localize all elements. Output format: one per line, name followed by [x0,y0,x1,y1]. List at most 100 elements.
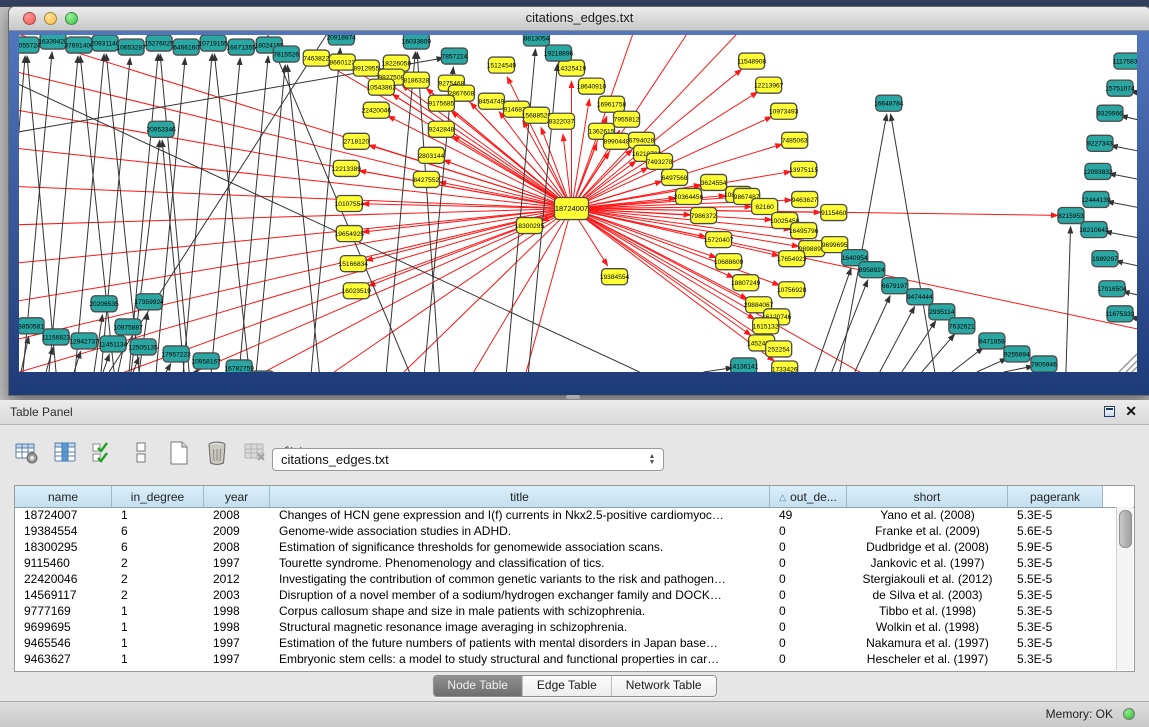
network-node[interactable]: 10653287 [116,39,146,55]
float-panel-icon[interactable] [1104,406,1115,417]
table-cell[interactable]: 9115460 [15,555,112,571]
table-cell[interactable]: 9465546 [15,635,112,651]
network-node[interactable]: 16210643 [1079,222,1109,238]
network-node[interactable]: 10756928 [777,282,807,298]
table-cell[interactable]: Dudbridge et al. (2008) [847,539,1008,555]
network-node[interactable]: 16671355 [227,39,257,55]
network-node[interactable]: 19218896 [544,45,574,61]
network-node[interactable]: 7815526 [273,46,299,62]
network-node[interactable]: 6679197 [882,278,908,294]
network-node[interactable]: 16023519 [342,283,372,299]
table-cell[interactable]: 5.3E-5 [1008,587,1103,603]
table-cell[interactable]: 5.3E-5 [1008,619,1103,635]
table-cell[interactable]: 5.3E-5 [1008,507,1103,523]
network-node[interactable]: 7905946 [1031,356,1057,372]
network-node[interactable]: 17654923 [777,251,807,267]
new-table-icon[interactable] [166,440,192,466]
tab-node-table[interactable]: Node Table [433,676,523,696]
table-cell[interactable]: Estimation of the future numbers of pati… [270,635,770,651]
network-node[interactable]: 1989297 [1092,251,1118,267]
network-node[interactable]: 18640910 [577,78,607,94]
table-cell[interactable]: 0 [770,539,847,555]
table-cell[interactable]: 1 [112,507,204,523]
network-node[interactable]: 16648784 [874,95,904,111]
network-node[interactable]: 16782759 [225,360,255,372]
network-node[interactable]: 19654925 [335,226,365,242]
close-panel-icon[interactable]: ✕ [1125,403,1137,420]
table-cell[interactable]: 2003 [204,587,270,603]
table-cell[interactable]: 0 [770,523,847,539]
network-node[interactable]: 12942737 [69,333,99,349]
network-node[interactable]: 12444139 [1081,191,1111,207]
network-node[interactable]: 7986372 [691,208,717,224]
network-node[interactable]: 19384554 [600,269,630,285]
table-cell[interactable]: 2 [112,587,204,603]
table-cell[interactable]: 1997 [204,555,270,571]
column-header-year[interactable]: year [204,486,270,507]
table-cell[interactable]: 49 [770,507,847,523]
table-cell[interactable]: 0 [770,651,847,667]
network-node[interactable]: 9227343 [1087,135,1113,151]
table-cell[interactable]: 1998 [204,603,270,619]
table-cell[interactable]: 2008 [204,539,270,555]
table-cell[interactable]: 2008 [204,507,270,523]
network-node[interactable]: 10543862 [367,79,397,95]
network-node[interactable]: 7493278 [647,153,673,169]
delete-table-icon[interactable] [242,440,268,466]
show-column-icon[interactable] [52,440,78,466]
table-cell[interactable]: 22420046 [15,571,112,587]
table-cell[interactable]: 1997 [204,651,270,667]
table-cell[interactable]: 1998 [204,619,270,635]
network-node[interactable]: 9175685 [428,95,454,111]
network-node[interactable]: 1733426 [772,361,798,372]
table-cell[interactable]: Tourette syndrome. Phenomenology and cla… [270,555,770,571]
table-cell[interactable]: 5.3E-5 [1008,651,1103,667]
table-row[interactable]: 969969511998Structural magnetic resonanc… [15,619,1117,635]
network-node[interactable]: 6497568 [662,169,688,185]
table-row[interactable]: 1938455462009Genome-wide association stu… [15,523,1117,539]
table-cell[interactable]: 5.6E-5 [1008,523,1103,539]
table-cell[interactable]: 18724007 [15,507,112,523]
table-cell[interactable]: Hescheler et al. (1997) [847,651,1008,667]
network-node[interactable]: 14136141 [729,358,759,372]
table-cell[interactable]: 14569117 [15,587,112,603]
table-options-icon[interactable] [14,440,40,466]
table-cell[interactable]: 0 [770,555,847,571]
table-cell[interactable]: Investigating the contribution of common… [270,571,770,587]
table-cell[interactable]: 5.3E-5 [1008,555,1103,571]
table-row[interactable]: 946554611997Estimation of the future num… [15,635,1117,651]
table-cell[interactable]: 6 [112,523,204,539]
table-cell[interactable]: Structural magnetic resonance image aver… [270,619,770,635]
network-node[interactable]: 8215953 [1058,208,1084,224]
table-cell[interactable]: Stergiakouli et al. (2012) [847,571,1008,587]
table-row[interactable]: 1830029562008Estimation of significance … [15,539,1117,555]
table-cell[interactable]: Estimation of significance thresholds fo… [270,539,770,555]
network-node[interactable]: 9242848 [428,121,454,137]
table-row[interactable]: 1456911722003Disruption of a novel membe… [15,587,1117,603]
table-cell[interactable]: Wolkin et al. (1998) [847,619,1008,635]
table-cell[interactable]: 1 [112,635,204,651]
network-node[interactable]: 8322037 [548,113,574,129]
network-node[interactable]: 11451134 [99,336,128,352]
column-header-short[interactable]: short [847,486,1008,507]
network-node[interactable]: 2935114 [929,304,955,320]
network-node[interactable]: 12093832 [1083,163,1113,179]
network-canvas[interactable]: 7463822866012389129551822605898275088186… [19,35,1137,372]
table-cell[interactable]: 1 [112,651,204,667]
network-node[interactable]: 12920847 [247,371,277,372]
network-node[interactable]: 14325419 [557,60,587,76]
network-node[interactable]: 12213389 [332,160,362,176]
network-node[interactable]: 1615132 [753,318,779,334]
table-cell[interactable]: Nakamura et al. (1997) [847,635,1008,651]
network-node[interactable]: 2803144 [418,147,444,163]
network-node[interactable]: 8912955 [353,60,379,76]
resize-grip-icon[interactable] [1132,367,1137,372]
network-node[interactable]: 12505135 [128,339,158,355]
table-cell[interactable]: Franke et al. (2009) [847,523,1008,539]
network-node[interactable]: 8427552 [413,171,439,187]
network-node[interactable]: 13975115 [789,161,818,177]
network-node[interactable]: 18300295 [515,218,545,234]
network-node[interactable]: 7857224 [441,48,467,64]
network-node[interactable]: 17957223 [161,346,191,362]
vertical-scrollbar[interactable] [1116,507,1133,670]
